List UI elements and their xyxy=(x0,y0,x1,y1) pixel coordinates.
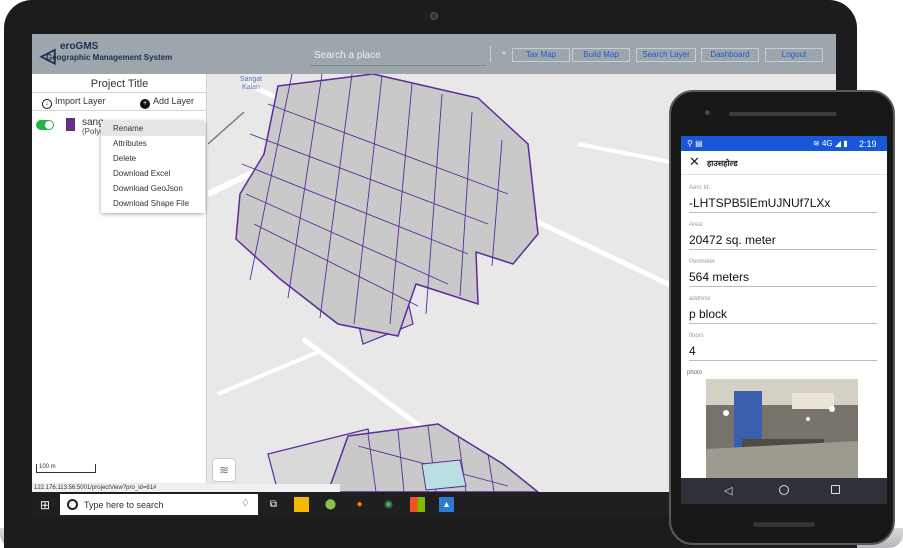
browser-status-url: 122.176.113.56:5001/projectView?pro_id=6… xyxy=(32,484,340,492)
layers-icon[interactable]: ≋ xyxy=(212,458,236,482)
toolbar-divider xyxy=(32,110,207,111)
menu-item-download-shape-file[interactable]: Download Shape File xyxy=(101,196,205,211)
floors-value[interactable]: 4 xyxy=(689,344,877,361)
layer-visibility-toggle[interactable] xyxy=(36,120,54,130)
map-place-label: Sangat Kalan xyxy=(239,76,263,91)
title-divider xyxy=(32,92,207,93)
photos-icon[interactable]: ▴ xyxy=(439,497,454,512)
maps-icon[interactable]: ⬤ xyxy=(323,497,338,512)
menu-item-attributes[interactable]: Attributes xyxy=(101,136,205,151)
menu-item-rename[interactable]: Rename xyxy=(101,121,205,136)
menu-item-download-excel[interactable]: Download Excel xyxy=(101,166,205,181)
import-layer-button[interactable]: ↓ Import Layer xyxy=(42,96,106,109)
android-phone: ⚲ ▤ ≋ 4G ◢ ▮ 2:19 ✕ हाउसहोल्ड Aero Id: -… xyxy=(669,90,895,545)
perimeter-value[interactable]: 564 meters xyxy=(689,270,877,287)
logout-button[interactable]: Logout xyxy=(765,48,823,62)
area-value[interactable]: 20472 sq. meter xyxy=(689,233,877,250)
aero-id-value[interactable]: -LHTSPB5IEmUJNUf7LXx xyxy=(689,196,877,213)
address-label: address xyxy=(689,296,711,302)
file-explorer-icon[interactable] xyxy=(294,497,309,512)
back-icon[interactable]: ◁ xyxy=(724,484,732,497)
add-icon: + xyxy=(140,99,150,109)
import-icon: ↓ xyxy=(42,99,52,109)
phone-page-title: हाउसहोल्ड xyxy=(707,159,738,168)
layer-color-swatch[interactable] xyxy=(66,118,75,131)
windows-start-icon[interactable]: ⊞ xyxy=(40,498,50,512)
logo-name: eroGMS xyxy=(60,41,99,52)
close-icon[interactable]: ✕ xyxy=(689,154,700,170)
photo-label: photo xyxy=(687,370,703,376)
cortana-icon xyxy=(67,499,78,510)
map-scale: 100 m xyxy=(36,464,96,473)
app-header: ◁ eroGMS Geographic Management System Se… xyxy=(32,34,836,74)
tax-map-button[interactable]: Tax Map xyxy=(512,48,570,62)
phone-screen: ⚲ ▤ ≋ 4G ◢ ▮ 2:19 ✕ हाउसहोल्ड Aero Id: -… xyxy=(681,136,887,504)
property-photo[interactable] xyxy=(706,379,858,478)
area-label: Area: xyxy=(689,222,704,228)
status-notification-icons: ⚲ ▤ xyxy=(687,139,703,148)
office-icon[interactable] xyxy=(410,497,425,512)
taskbar-search-box[interactable]: Type here to search ♢ xyxy=(60,494,258,515)
status-time: 2:19 xyxy=(859,139,877,149)
firefox-icon[interactable]: ● xyxy=(352,497,367,512)
device-composition: ◁ eroGMS Geographic Management System Se… xyxy=(0,0,903,548)
microphone-icon[interactable]: ♢ xyxy=(241,498,250,509)
taskbar-search-placeholder: Type here to search xyxy=(84,500,164,510)
search-input[interactable]: Search a place xyxy=(310,44,486,66)
floors-label: floors xyxy=(689,333,704,339)
search-layer-button[interactable]: Search Layer xyxy=(636,48,696,62)
logo-subtitle: Geographic Management System xyxy=(46,53,173,62)
project-title: Project Title xyxy=(90,78,149,90)
import-layer-label: Import Layer xyxy=(55,96,106,106)
network-type: 4G xyxy=(821,139,833,148)
phone-speaker xyxy=(729,112,837,116)
mall-photo-image xyxy=(706,379,858,478)
perimeter-label: Perimeter xyxy=(689,259,716,265)
build-map-button[interactable]: Build Map xyxy=(572,48,630,62)
app-logo[interactable]: ◁ eroGMS Geographic Management System xyxy=(40,41,200,67)
laptop-camera xyxy=(430,12,438,20)
menu-item-delete[interactable]: Delete xyxy=(101,151,205,166)
android-navigation-bar: ◁ xyxy=(681,478,887,504)
search-divider xyxy=(490,46,491,62)
layer-context-menu: Rename Attributes Delete Download Excel … xyxy=(101,121,205,213)
layer-panel: Project Title ↓ Import Layer + Add Layer s… xyxy=(32,74,207,483)
add-layer-label: Add Layer xyxy=(153,96,195,106)
signal-battery-icons: ≋ 4G ◢ ▮ xyxy=(813,139,848,148)
task-view-icon[interactable]: ⧉ xyxy=(266,497,281,512)
android-status-bar: ⚲ ▤ ≋ 4G ◢ ▮ 2:19 xyxy=(681,136,887,151)
phone-camera xyxy=(705,110,710,115)
chrome-icon[interactable]: ◉ xyxy=(381,497,396,512)
chevron-down-icon[interactable]: ⌄ xyxy=(496,46,512,62)
home-icon[interactable] xyxy=(779,485,789,495)
phone-bottom-speaker xyxy=(753,522,815,527)
address-value[interactable]: p block xyxy=(689,307,877,324)
phone-app-bar: ✕ हाउसहोल्ड xyxy=(681,151,887,175)
recent-apps-icon[interactable] xyxy=(831,485,840,494)
add-layer-button[interactable]: + Add Layer xyxy=(140,96,194,109)
aero-id-label: Aero Id: xyxy=(689,185,711,191)
dashboard-button[interactable]: Dashboard xyxy=(701,48,759,62)
menu-item-download-geojson[interactable]: Download GeoJson xyxy=(101,181,205,196)
